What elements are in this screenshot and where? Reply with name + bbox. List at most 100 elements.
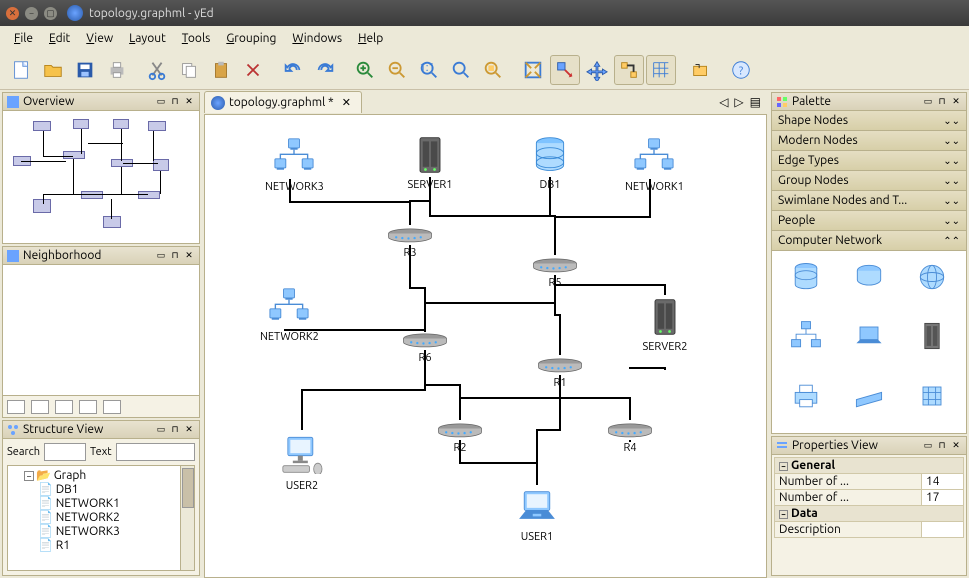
toolbar-zoom-reset[interactable]: 1:1 [414, 55, 444, 85]
node-network2[interactable]: NETWORK2 [260, 285, 319, 343]
search-input[interactable] [44, 443, 86, 461]
panel-dock-button[interactable]: ▭ [922, 440, 934, 452]
toolbar-zoom-in[interactable] [350, 55, 380, 85]
tab-nav-next[interactable]: ▷ [734, 95, 743, 109]
panel-close-button[interactable]: ✕ [183, 96, 195, 108]
toolbar-undo[interactable] [278, 55, 308, 85]
palette-section-shape-nodes[interactable]: Shape Nodes⌄⌄ [772, 111, 966, 131]
toolbar-redo[interactable] [310, 55, 340, 85]
tab-list-button[interactable]: ▤ [750, 95, 761, 109]
toolbar-orthogonal-edges[interactable] [614, 55, 644, 85]
palette-item-database[interactable] [778, 257, 833, 297]
panel-dock-button[interactable]: ▭ [155, 424, 167, 436]
menu-layout[interactable]: Layout [123, 30, 172, 47]
panel-close-button[interactable]: ✕ [183, 424, 195, 436]
node-r4[interactable]: R4 [600, 420, 660, 454]
panel-pin-button[interactable]: ⊓ [169, 424, 181, 436]
menu-edit[interactable]: Edit [43, 30, 76, 47]
tree-item[interactable]: 📄 NETWORK1 [24, 496, 192, 510]
nb-thumb[interactable] [7, 400, 25, 414]
toolbar-label[interactable] [686, 55, 716, 85]
tree-scrollbar[interactable] [180, 466, 194, 570]
toolbar-zoom-out[interactable] [382, 55, 412, 85]
toolbar-snap-grid[interactable] [646, 55, 676, 85]
section-collapse-icon[interactable]: − [779, 462, 788, 471]
node-network3[interactable]: NETWORK3 [265, 135, 324, 193]
palette-item-laptop[interactable] [841, 316, 896, 356]
menu-file[interactable]: File [8, 30, 39, 47]
node-server2[interactable]: SERVER2 [640, 295, 690, 353]
graph-canvas[interactable]: NETWORK3SERVER1DB1NETWORK1R3R5NETWORK2R6… [204, 114, 767, 578]
text-input[interactable] [116, 443, 195, 461]
tree-item[interactable]: 📄 R1 [24, 538, 192, 552]
panel-pin-button[interactable]: ⊓ [169, 250, 181, 262]
tab-nav-prev[interactable]: ◁ [719, 95, 728, 109]
toolbar-zoom-selection[interactable] [478, 55, 508, 85]
palette-item-firewall[interactable] [905, 376, 960, 416]
toolbar-delete[interactable] [238, 55, 268, 85]
panel-pin-button[interactable]: ⊓ [936, 440, 948, 452]
toolbar-print[interactable] [102, 55, 132, 85]
palette-section-modern-nodes[interactable]: Modern Nodes⌄⌄ [772, 131, 966, 151]
node-r2[interactable]: R2 [430, 420, 490, 454]
menu-grouping[interactable]: Grouping [220, 30, 282, 47]
panel-pin-button[interactable]: ⊓ [936, 96, 948, 108]
tab-close-button[interactable]: ✕ [342, 96, 351, 109]
toolbar-save[interactable] [70, 55, 100, 85]
palette-item-disk[interactable] [841, 257, 896, 297]
node-user2[interactable]: USER2 [275, 430, 329, 492]
panel-pin-button[interactable]: ⊓ [169, 96, 181, 108]
toolbar-copy[interactable] [174, 55, 204, 85]
palette-section-edge-types[interactable]: Edge Types⌄⌄ [772, 151, 966, 171]
palette-item-printer[interactable] [778, 376, 833, 416]
palette-section-computer-network[interactable]: Computer Network⌃⌃ [772, 231, 966, 251]
node-server1[interactable]: SERVER1 [405, 133, 455, 191]
toolbar-edit-mode[interactable] [550, 55, 580, 85]
nb-thumb[interactable] [79, 400, 97, 414]
prop-value[interactable] [922, 522, 964, 538]
neighborhood-canvas[interactable] [3, 265, 199, 395]
panel-close-button[interactable]: ✕ [183, 250, 195, 262]
window-minimize-button[interactable]: − [25, 7, 38, 20]
toolbar-new[interactable] [6, 55, 36, 85]
toolbar-open[interactable] [38, 55, 68, 85]
overview-canvas[interactable] [3, 111, 199, 243]
nb-thumb[interactable] [31, 400, 49, 414]
palette-item-globe[interactable] [905, 257, 960, 297]
palette-item-network[interactable] [778, 316, 833, 356]
node-db1[interactable]: DB1 [525, 133, 575, 191]
panel-close-button[interactable]: ✕ [950, 96, 962, 108]
node-r3[interactable]: R3 [380, 225, 440, 259]
menu-windows[interactable]: Windows [286, 30, 348, 47]
menu-tools[interactable]: Tools [176, 30, 217, 47]
toolbar-fit-content[interactable] [518, 55, 548, 85]
window-maximize-button[interactable]: ▢ [44, 7, 57, 20]
palette-section-swimlane[interactable]: Swimlane Nodes and T...⌄⌄ [772, 191, 966, 211]
tree-item[interactable]: 📄 NETWORK2 [24, 510, 192, 524]
toolbar-zoom-fit[interactable] [446, 55, 476, 85]
nb-thumb[interactable] [103, 400, 121, 414]
tree-collapse-icon[interactable]: − [24, 471, 34, 481]
structure-tree[interactable]: −📂 Graph 📄 DB1 📄 NETWORK1 📄 NETWORK2 📄 N… [7, 465, 195, 571]
menu-help[interactable]: Help [352, 30, 389, 47]
panel-dock-button[interactable]: ▭ [155, 250, 167, 262]
palette-item-server[interactable] [905, 316, 960, 356]
node-user1[interactable]: USER1 [510, 485, 564, 543]
toolbar-cut[interactable] [142, 55, 172, 85]
toolbar-paste[interactable] [206, 55, 236, 85]
node-r6[interactable]: R6 [395, 330, 455, 364]
panel-dock-button[interactable]: ▭ [155, 96, 167, 108]
tree-item[interactable]: 📄 NETWORK3 [24, 524, 192, 538]
toolbar-navigation-mode[interactable] [582, 55, 612, 85]
section-collapse-icon[interactable]: − [779, 510, 788, 519]
panel-close-button[interactable]: ✕ [950, 440, 962, 452]
tree-item[interactable]: 📄 DB1 [24, 482, 192, 496]
panel-dock-button[interactable]: ▭ [922, 96, 934, 108]
menu-view[interactable]: View [80, 30, 119, 47]
node-r5[interactable]: R5 [525, 255, 585, 289]
nb-thumb[interactable] [55, 400, 73, 414]
node-r1[interactable]: R1 [530, 355, 590, 389]
palette-item-scanner[interactable] [841, 376, 896, 416]
toolbar-help[interactable]: ? [726, 55, 756, 85]
palette-section-people[interactable]: People⌄⌄ [772, 211, 966, 231]
